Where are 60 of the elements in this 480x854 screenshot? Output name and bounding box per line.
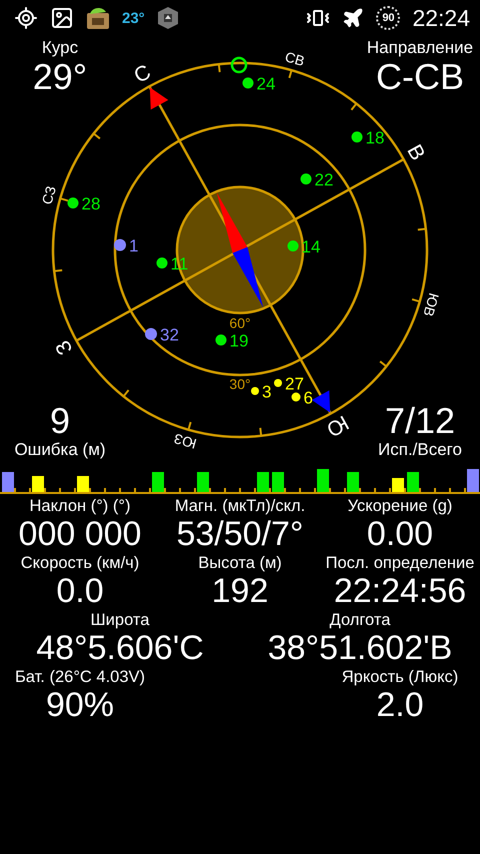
satellite-number: 6 (304, 388, 313, 408)
reading-value: 0.00 (366, 516, 434, 552)
reading-label: Яркость (Люкс) (342, 667, 458, 687)
reading-label: Скорость (км/ч) (20, 553, 140, 573)
satellite-count-label: Исп./Всего (378, 440, 462, 460)
accuracy-label: Ошибка (м) (14, 440, 106, 460)
reading-value: 90% (46, 687, 114, 723)
rotate-hexagon-icon (156, 6, 179, 30)
direction-value: С-СВ (376, 58, 464, 96)
satellite-number: 1 (129, 236, 138, 256)
direction-label: Направление (366, 38, 474, 58)
satellite-number: 18 (366, 128, 384, 148)
reading-value: 48°5.606'С (36, 630, 204, 666)
compass-direction: З (51, 336, 78, 359)
weather-temperature: 23° (122, 10, 145, 26)
course-label: Курс (42, 38, 78, 58)
reading-label: Широта (90, 610, 150, 630)
compass-direction: В (402, 140, 430, 164)
reading-label: Бат. (26°C 4.03V) (14, 667, 146, 687)
compass-direction: Ю (322, 410, 352, 441)
compass-direction: С (130, 60, 155, 88)
reading-value: 38°51.602'В (268, 630, 452, 666)
satellite-number: 19 (230, 332, 248, 350)
elevation-label: 30° (229, 376, 251, 392)
reading-value: 53/50/7° (176, 516, 304, 552)
satellite-number: 24 (256, 74, 276, 94)
reading-value: 2.0 (376, 687, 424, 723)
satellite-number: 11 (170, 254, 188, 274)
north-arrowhead (150, 87, 168, 110)
satellite-number: 32 (160, 326, 179, 344)
location-icon (14, 6, 38, 30)
compass-direction: ЮЗ (172, 430, 198, 452)
toolbox-icon (86, 6, 110, 30)
satellite-number: 3 (262, 382, 272, 402)
reading-label: Ускорение (g) (348, 496, 452, 516)
accuracy-value: 9 (50, 402, 70, 440)
satellite-count-value: 7/12 (384, 402, 456, 440)
sun-ring-icon (230, 56, 248, 74)
elevation-label: 60° (229, 315, 251, 331)
compass-direction: СВ (283, 48, 306, 70)
reading-label: Посл. определение (326, 553, 474, 573)
clock-time: 22:24 (412, 4, 470, 32)
reading-value: 22:24:56 (334, 573, 466, 609)
airplane-icon (342, 7, 364, 29)
satellite-number: 27 (285, 374, 304, 394)
image-icon (50, 6, 74, 30)
compass-direction: ЮВ (420, 291, 442, 318)
reading-label: Высота (м) (198, 553, 282, 573)
reading-value: 0.0 (56, 573, 104, 609)
course-value: 29° (32, 58, 88, 96)
reading-value: 192 (212, 573, 268, 609)
level-badge: 90 (376, 6, 400, 30)
south-arrowhead (312, 390, 330, 413)
compass-direction: СЗ (38, 184, 59, 206)
reading-label: Долгота (330, 610, 390, 630)
reading-value: 000 000 (18, 516, 142, 552)
satellite-number: 28 (82, 194, 100, 214)
reading-label: Наклон (°) (°) (30, 496, 130, 516)
satellite-number: 22 (314, 170, 334, 190)
reading-label: Магн. (мкТл)/скл. (174, 496, 306, 516)
